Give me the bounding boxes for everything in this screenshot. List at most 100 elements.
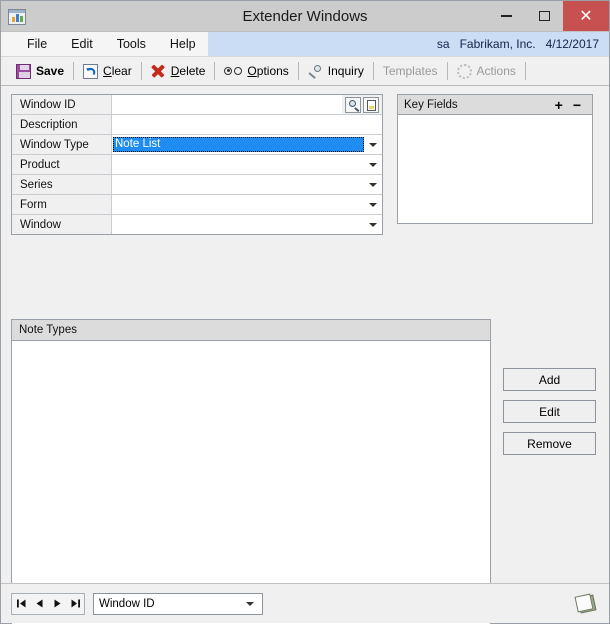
magnifier-lookup-icon[interactable]	[345, 96, 361, 113]
window-type-dropdown[interactable]: Note List	[112, 135, 382, 154]
toolbar-separator	[446, 62, 448, 80]
series-dropdown[interactable]	[112, 175, 382, 194]
toolbar-separator	[372, 62, 374, 80]
window-body: Window ID Description Window Type Note L…	[1, 86, 609, 624]
field-row-window-type: Window Type Note List	[12, 135, 382, 155]
minimize-button[interactable]	[487, 1, 525, 31]
toolbar-templates-button: Templates	[376, 59, 445, 83]
magnifier-icon	[308, 64, 323, 79]
application-window-icon	[8, 8, 26, 25]
label-product: Product	[12, 155, 112, 174]
field-row-window-id: Window ID	[12, 95, 382, 115]
last-record-icon[interactable]	[66, 594, 84, 614]
window-id-buttons	[342, 95, 382, 114]
toolbar-clear-button[interactable]: Clear	[76, 59, 139, 83]
window-type-value: Note List	[113, 137, 364, 152]
chevron-down-icon[interactable]	[364, 202, 382, 207]
key-fields-remove-button[interactable]: −	[568, 98, 586, 112]
record-navigation	[11, 592, 85, 615]
chevron-down-icon[interactable]	[364, 162, 382, 167]
close-button[interactable]: ✕	[563, 1, 609, 31]
key-fields-header: Key Fields + −	[398, 95, 592, 115]
note-types-title: Note Types	[19, 324, 77, 336]
toolbar: Save Clear Delete Options Inquiry Templa…	[1, 57, 609, 86]
session-company: Fabrikam, Inc.	[459, 37, 536, 51]
field-row-window: Window	[12, 215, 382, 234]
chevron-down-icon[interactable]	[241, 593, 259, 614]
toolbar-save-label: Save	[36, 64, 65, 78]
toolbar-inquiry-button[interactable]: Inquiry	[301, 59, 371, 83]
window-dropdown[interactable]	[112, 215, 382, 234]
toolbar-delete-button[interactable]: Delete	[144, 59, 213, 83]
first-record-icon[interactable]	[12, 594, 30, 614]
floppy-disk-icon	[16, 63, 31, 79]
field-row-product: Product	[12, 155, 382, 175]
sort-by-dropdown[interactable]: Window ID	[93, 592, 263, 615]
description-input[interactable]	[112, 115, 382, 134]
session-date: 4/12/2017	[545, 37, 599, 51]
red-x-icon	[151, 64, 166, 79]
previous-record-icon[interactable]	[30, 594, 48, 614]
note-icon[interactable]	[573, 592, 599, 616]
toolbar-clear-label: Clear	[103, 64, 132, 78]
menu-item-file[interactable]: File	[15, 32, 59, 56]
product-dropdown[interactable]	[112, 155, 382, 174]
menu-bar: File Edit Tools Help sa Fabrikam, Inc. 4…	[1, 32, 609, 57]
key-fields-panel: Key Fields + −	[397, 94, 593, 224]
label-form: Form	[12, 195, 112, 214]
toolbar-separator	[524, 62, 526, 80]
toolbar-options-button[interactable]: Options	[217, 59, 295, 83]
chevron-down-icon[interactable]	[364, 222, 382, 227]
toolbar-actions-label: Actions	[476, 64, 516, 78]
edit-button[interactable]: Edit	[503, 400, 596, 423]
label-window: Window	[12, 215, 112, 234]
next-record-icon[interactable]	[48, 594, 66, 614]
menu-items: File Edit Tools Help	[1, 32, 208, 56]
label-series: Series	[12, 175, 112, 194]
dotted-circle-icon	[456, 63, 472, 79]
menu-item-help[interactable]: Help	[158, 32, 208, 56]
field-row-series: Series	[12, 175, 382, 195]
toolbar-options-label: Options	[247, 64, 289, 78]
window-id-input[interactable]	[112, 95, 342, 114]
label-window-id: Window ID	[12, 95, 112, 114]
toolbar-separator	[140, 62, 142, 80]
key-fields-add-button[interactable]: +	[550, 98, 568, 112]
label-window-type: Window Type	[12, 135, 112, 154]
title-bar: Extender Windows ✕	[1, 1, 609, 32]
field-row-description: Description	[12, 115, 382, 135]
key-fields-title: Key Fields	[404, 98, 458, 111]
session-info: sa Fabrikam, Inc. 4/12/2017	[207, 32, 609, 56]
chevron-down-icon[interactable]	[364, 142, 382, 147]
extender-windows-window: Extender Windows ✕ File Edit Tools Help …	[0, 0, 610, 624]
toolbar-separator	[297, 62, 299, 80]
sort-by-value: Window ID	[99, 597, 155, 610]
new-document-icon[interactable]	[363, 96, 379, 113]
toolbar-templates-label: Templates	[382, 64, 438, 78]
toolbar-actions-button: Actions	[450, 59, 523, 83]
form-fields: Window ID Description Window Type Note L…	[11, 94, 383, 235]
menu-item-tools[interactable]: Tools	[105, 32, 158, 56]
remove-button[interactable]: Remove	[503, 432, 596, 455]
add-button[interactable]: Add	[503, 368, 596, 391]
toolbar-separator	[214, 62, 216, 80]
maximize-button[interactable]	[525, 1, 563, 31]
chevron-down-icon[interactable]	[364, 182, 382, 187]
toolbar-inquiry-label: Inquiry	[327, 64, 364, 78]
navigation-bar: Window ID	[1, 583, 609, 623]
field-row-form: Form	[12, 195, 382, 215]
window-controls: ✕	[487, 1, 609, 31]
menu-item-edit[interactable]: Edit	[59, 32, 105, 56]
toolbar-delete-label: Delete	[170, 64, 206, 78]
toolbar-save-button[interactable]: Save	[9, 59, 71, 83]
radio-buttons-icon	[224, 67, 243, 75]
form-area: Window ID Description Window Type Note L…	[11, 94, 599, 235]
undo-arrow-icon	[83, 63, 99, 79]
label-description: Description	[12, 115, 112, 134]
form-dropdown[interactable]	[112, 195, 382, 214]
session-user: sa	[436, 37, 450, 51]
note-types-header: Note Types	[12, 320, 490, 341]
toolbar-separator	[73, 62, 75, 80]
key-fields-list[interactable]	[398, 115, 592, 223]
note-types-list[interactable]	[12, 341, 490, 624]
